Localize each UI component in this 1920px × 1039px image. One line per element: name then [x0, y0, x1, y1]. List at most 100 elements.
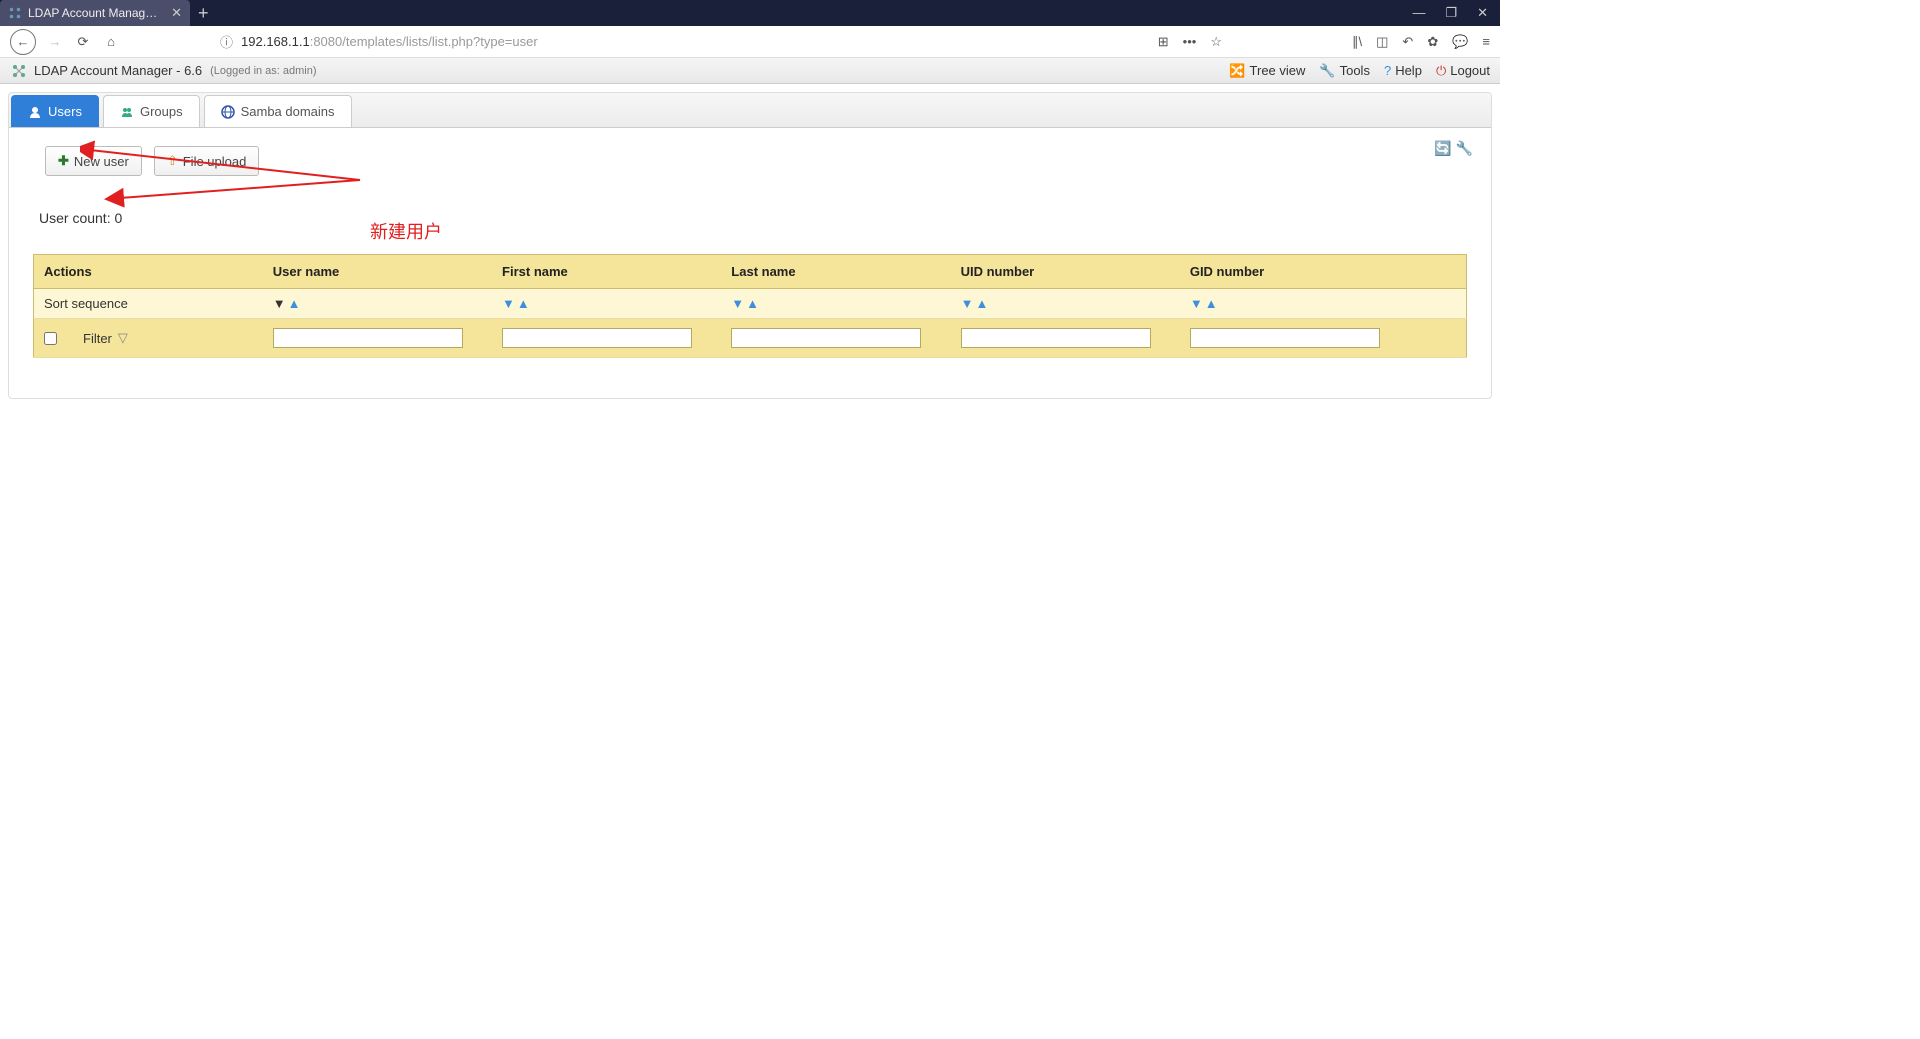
forward-button[interactable]: → — [46, 33, 64, 51]
sort-desc-icon: ▼ — [502, 296, 515, 311]
filter-username-input[interactable] — [273, 328, 463, 348]
refresh-icon[interactable]: 🔄 — [1434, 140, 1451, 157]
tab-groups[interactable]: Groups — [103, 95, 200, 127]
file-upload-button[interactable]: ⇧ File upload — [154, 146, 260, 176]
settings-icon[interactable]: 🔧 — [1456, 140, 1473, 157]
sort-label: Sort sequence — [34, 289, 263, 319]
globe-icon — [221, 105, 235, 119]
filter-row: Filter ▽ — [34, 319, 1467, 358]
login-info: (Logged in as: admin) — [210, 65, 316, 77]
sort-asc-icon: ▲ — [1205, 296, 1218, 311]
home-button[interactable]: ⌂ — [102, 33, 120, 51]
table-header-row: Actions User name First name Last name U… — [34, 255, 1467, 289]
browser-toolbar: ← → ⟳ ⌂ ⓘ 192.168.1.1:8080/templates/lis… — [0, 26, 1500, 58]
tabs-row: Users Groups Samba domains — [9, 93, 1491, 128]
library-icon[interactable]: ∥\ — [1352, 34, 1362, 50]
more-icon[interactable]: ••• — [1183, 34, 1197, 49]
th-actions: Actions — [34, 255, 263, 289]
sort-lastname[interactable]: ▼▲ — [721, 289, 950, 319]
group-icon — [120, 105, 134, 119]
sort-asc-icon: ▲ — [975, 296, 988, 311]
tree-view-label: Tree view — [1250, 63, 1306, 78]
chat-icon[interactable]: 💬 — [1452, 34, 1468, 50]
help-label: Help — [1395, 63, 1422, 78]
sort-row: Sort sequence ▼▲ ▼▲ ▼▲ ▼▲ ▼▲ — [34, 289, 1467, 319]
sort-desc-active-icon: ▼ — [273, 296, 286, 311]
filter-firstname-input[interactable] — [502, 328, 692, 348]
reload-button[interactable]: ⟳ — [74, 33, 92, 51]
file-upload-label: File upload — [183, 154, 247, 169]
action-buttons: ✚ New user ⇧ File upload — [45, 146, 1467, 176]
browser-tab-title: LDAP Account Manager (ope — [28, 6, 158, 20]
help-link[interactable]: ? Help — [1384, 63, 1422, 78]
wrench-icon: 🔧 — [1319, 63, 1335, 79]
sort-asc-icon: ▲ — [746, 296, 759, 311]
url-text: 192.168.1.1:8080/templates/lists/list.ph… — [241, 34, 538, 49]
logout-icon: ⏻ — [1436, 63, 1446, 79]
users-table: Actions User name First name Last name U… — [33, 254, 1467, 358]
maximize-icon[interactable]: ❐ — [1445, 5, 1457, 21]
tab-favicon-icon — [8, 6, 22, 20]
menu-icon[interactable]: ≡ — [1482, 34, 1490, 49]
tab-users[interactable]: Users — [11, 95, 99, 127]
user-icon — [28, 105, 42, 119]
th-username: User name — [263, 255, 492, 289]
sort-username[interactable]: ▼▲ — [263, 289, 492, 319]
tree-icon: 🔀 — [1229, 63, 1245, 79]
new-tab-button[interactable]: + — [198, 3, 209, 24]
upload-icon: ⇧ — [167, 153, 178, 169]
sort-desc-icon: ▼ — [1190, 296, 1203, 311]
filter-lastname-input[interactable] — [731, 328, 921, 348]
info-icon: ⓘ — [220, 32, 233, 51]
undo-icon[interactable]: ↶ — [1402, 34, 1413, 50]
address-bar[interactable]: ⓘ 192.168.1.1:8080/templates/lists/list.… — [220, 32, 1148, 51]
tree-view-link[interactable]: 🔀 Tree view — [1229, 63, 1305, 79]
app-title: LDAP Account Manager - 6.6 — [34, 63, 202, 78]
tab-close-icon[interactable]: ✕ — [171, 5, 182, 21]
bookmark-star-icon[interactable]: ☆ — [1210, 34, 1222, 50]
close-window-icon[interactable]: ✕ — [1477, 5, 1488, 21]
corner-icons: 🔄 🔧 — [1434, 140, 1473, 157]
sort-asc-icon: ▲ — [288, 296, 301, 311]
select-all-checkbox[interactable] — [44, 332, 57, 345]
minimize-icon[interactable]: — — [1412, 5, 1425, 21]
back-button[interactable]: ← — [10, 29, 36, 55]
app-header: LDAP Account Manager - 6.6 (Logged in as… — [0, 58, 1500, 84]
window-controls: — ❐ ✕ — [1412, 5, 1500, 21]
main-panel: Users Groups Samba domains 🔄 🔧 ✚ New use… — [8, 92, 1492, 399]
filter-gid-input[interactable] — [1190, 328, 1380, 348]
tools-label: Tools — [1340, 63, 1370, 78]
tab-samba-label: Samba domains — [241, 104, 335, 119]
logout-label: Logout — [1450, 63, 1490, 78]
th-firstname: First name — [492, 255, 721, 289]
tab-groups-label: Groups — [140, 104, 183, 119]
help-icon: ? — [1384, 63, 1391, 78]
user-count: User count: 0 — [39, 210, 1467, 226]
th-lastname: Last name — [721, 255, 950, 289]
addon-icon[interactable]: ✿ — [1427, 34, 1438, 50]
app-logo-icon — [10, 62, 28, 80]
th-gid: GID number — [1180, 255, 1467, 289]
filter-label: Filter — [83, 331, 112, 346]
funnel-icon: ▽ — [118, 330, 128, 346]
sort-gid[interactable]: ▼▲ — [1180, 289, 1467, 319]
sort-firstname[interactable]: ▼▲ — [492, 289, 721, 319]
sort-uid[interactable]: ▼▲ — [951, 289, 1180, 319]
browser-titlebar: LDAP Account Manager (ope ✕ + — ❐ ✕ — [0, 0, 1500, 26]
qr-icon[interactable]: ⊞ — [1158, 34, 1169, 50]
browser-tab[interactable]: LDAP Account Manager (ope ✕ — [0, 0, 190, 26]
new-user-label: New user — [74, 154, 129, 169]
tools-link[interactable]: 🔧 Tools — [1319, 63, 1370, 79]
tab-samba[interactable]: Samba domains — [204, 95, 352, 127]
tab-users-label: Users — [48, 104, 82, 119]
sort-desc-icon: ▼ — [731, 296, 744, 311]
filter-uid-input[interactable] — [961, 328, 1151, 348]
th-uid: UID number — [951, 255, 1180, 289]
sort-asc-icon: ▲ — [517, 296, 530, 311]
content-area: 🔄 🔧 ✚ New user ⇧ File upload User count:… — [9, 128, 1491, 398]
new-user-button[interactable]: ✚ New user — [45, 146, 142, 176]
sort-desc-icon: ▼ — [961, 296, 974, 311]
plus-icon: ✚ — [58, 153, 69, 169]
logout-link[interactable]: ⏻ Logout — [1436, 63, 1490, 79]
sidebar-icon[interactable]: ◫ — [1376, 34, 1388, 50]
